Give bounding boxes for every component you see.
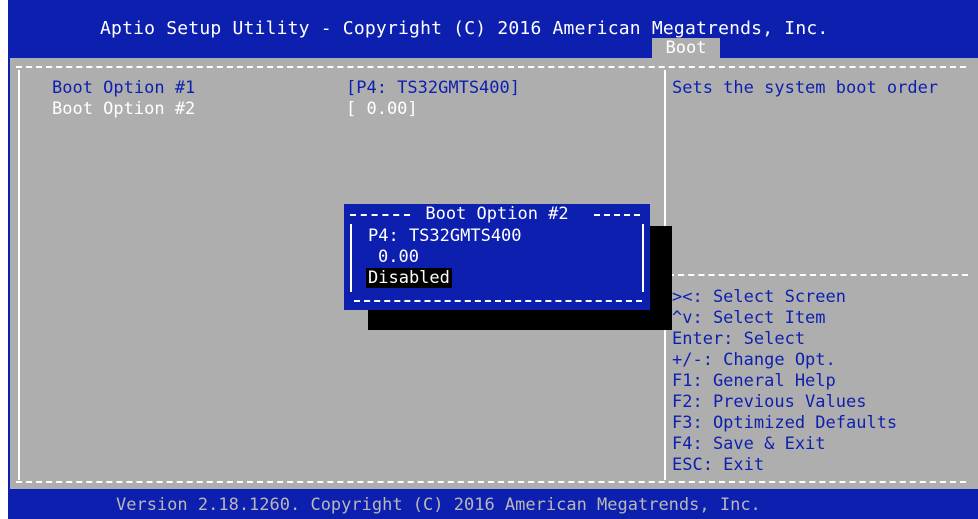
key-general-help: F1: General Help [672,371,836,391]
popup-left-border [350,224,352,292]
key-legend: ><: Select Screen ^v: Select Item Enter:… [672,287,897,476]
tab-boot[interactable]: Boot [652,38,720,58]
key-select-item: ^v: Select Item [672,308,826,328]
popup-option-disabled[interactable]: Disabled [366,268,452,288]
key-previous-values: F2: Previous Values [672,392,867,412]
boot-option-2-label[interactable]: Boot Option #2 [52,99,195,119]
top-frame-divider [16,66,966,68]
help-description: Sets the system boot order [672,78,939,98]
popup-right-border [642,224,644,292]
boot-option-popup[interactable]: Boot Option #2 P4: TS32GMTS400 0.00 Disa… [344,204,650,310]
key-optimized-defaults: F3: Optimized Defaults [672,413,898,433]
footer-bar: Version 2.18.1260. Copyright (C) 2016 Am… [8,489,978,519]
key-enter-select: Enter: Select [672,329,806,349]
bios-screen: Aptio Setup Utility - Copyright (C) 2016… [8,0,978,519]
help-keys-divider [668,274,968,276]
popup-option-p4[interactable]: P4: TS32GMTS400 [368,226,522,246]
key-esc-exit: ESC: Exit [672,455,765,475]
bottom-frame-divider [16,481,966,483]
popup-bottom-border [354,300,642,302]
boot-option-1-value[interactable]: [P4: TS32GMTS400] [346,78,520,98]
key-change-opt: +/-: Change Opt. [672,350,836,370]
left-frame-edge [8,58,10,489]
popup-option-000[interactable]: 0.00 [378,247,419,267]
header-bar: Aptio Setup Utility - Copyright (C) 2016… [8,0,978,58]
key-select-screen: ><: Select Screen [672,287,846,307]
boot-option-2-value[interactable]: [ 0.00] [346,99,418,119]
app-title: Aptio Setup Utility - Copyright (C) 2016… [100,18,829,39]
left-frame-line [18,70,20,480]
key-save-exit: F4: Save & Exit [672,434,826,454]
version-text: Version 2.18.1260. Copyright (C) 2016 Am… [116,495,761,515]
boot-option-1-label[interactable]: Boot Option #1 [52,78,195,98]
popup-top-border-right [594,214,640,216]
